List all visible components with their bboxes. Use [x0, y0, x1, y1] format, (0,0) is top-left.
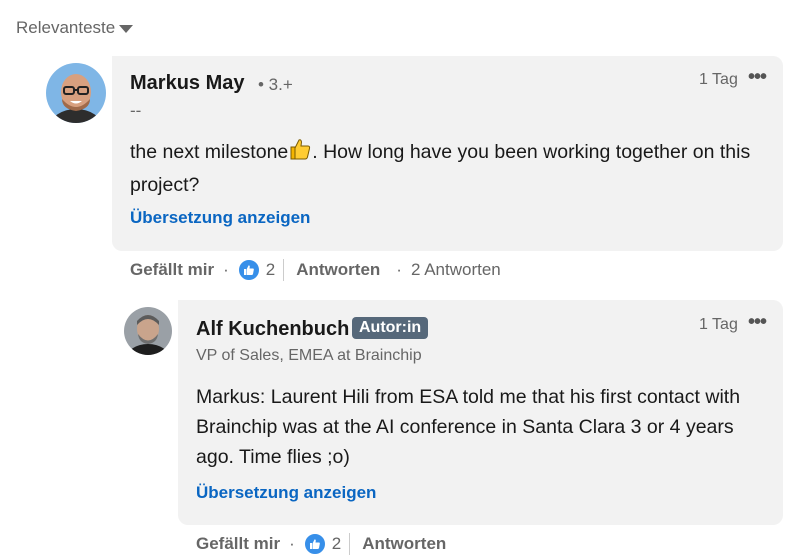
comment-timestamp: 1 Tag	[699, 71, 738, 88]
connection-degree: • 3.+	[258, 75, 293, 94]
comment-text: the next milestone. How long have you be…	[130, 137, 760, 200]
avatar-alf-kuchenbuch[interactable]	[124, 307, 172, 355]
reply-bubble: Alf Kuchenbuch Autor:in VP of Sales, EME…	[178, 300, 783, 525]
like-button[interactable]: Gefällt mir	[196, 534, 280, 554]
reply-author-name[interactable]: Alf Kuchenbuch	[196, 318, 349, 341]
avatar-markus-may[interactable]	[46, 63, 106, 123]
thumbs-up-emoji	[288, 137, 312, 170]
reply-text: Markus: Laurent Hili from ESA told me th…	[196, 386, 741, 468]
translate-link[interactable]: Übersetzung anzeigen	[130, 208, 310, 228]
reply-button[interactable]: Antworten	[362, 534, 446, 554]
reply-button[interactable]: Antworten	[296, 260, 380, 280]
divider	[283, 259, 285, 281]
reaction-count[interactable]: 2	[332, 534, 341, 554]
separator-dot: ·	[289, 534, 295, 553]
like-button[interactable]: Gefällt mir	[130, 260, 214, 280]
comment-actions: Gefällt mir · 2 Antworten · 2 Antworten	[130, 259, 501, 281]
author-badge: Autor:in	[352, 317, 429, 339]
comment-text-start: the next milestone	[130, 141, 289, 163]
divider	[349, 533, 351, 555]
sort-dropdown[interactable]: Relevanteste	[16, 18, 134, 38]
author-headline: --	[130, 101, 142, 120]
replies-count-link[interactable]: 2 Antworten	[411, 260, 501, 280]
reaction-count[interactable]: 2	[266, 260, 275, 280]
reply-actions: Gefällt mir · 2 Antworten	[196, 533, 446, 555]
thumbs-up-icon[interactable]	[237, 259, 260, 281]
comment-author-name[interactable]: Markus May	[130, 72, 245, 95]
author-headline: VP of Sales, EMEA at Brainchip	[196, 347, 422, 364]
more-dots-icon[interactable]: •••	[748, 311, 767, 334]
reply-timestamp: 1 Tag	[699, 316, 738, 333]
comment-bubble: Markus May • 3.+ -- 1 Tag ••• the next m…	[112, 56, 783, 251]
sort-label: Relevanteste	[16, 18, 116, 37]
thumbs-up-icon[interactable]	[303, 533, 326, 555]
caret-down-icon	[119, 25, 134, 33]
separator-dot: ·	[223, 260, 229, 279]
translate-link[interactable]: Übersetzung anzeigen	[196, 483, 376, 503]
separator-dot: ·	[396, 260, 402, 279]
more-dots-icon[interactable]: •••	[748, 66, 767, 89]
